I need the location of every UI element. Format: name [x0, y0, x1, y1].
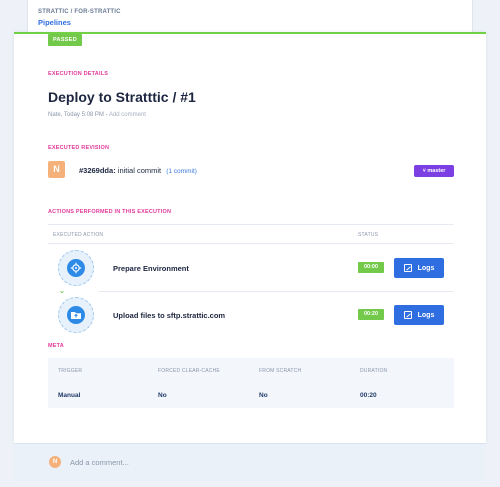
- logs-button[interactable]: Logs: [394, 258, 444, 278]
- divider: [48, 224, 454, 225]
- comment-input[interactable]: Add a comment...: [70, 458, 129, 467]
- meta-column-header: FORCED CLEAR-CACHE: [158, 368, 220, 374]
- action-name: Upload files to sftp.strattic.com: [113, 311, 226, 320]
- column-header-status: STATUS: [358, 232, 379, 238]
- logs-label: Logs: [417, 311, 435, 319]
- actions-heading: ACTIONS PERFORMED IN THIS EXECUTION: [48, 209, 172, 215]
- logs-label: Logs: [417, 264, 435, 272]
- meta-column-header: DURATION: [360, 368, 388, 374]
- add-comment-link[interactable]: Add comment: [109, 112, 146, 118]
- executed-revision-heading: EXECUTED REVISION: [48, 145, 110, 151]
- meta-table: TRIGGER FORCED CLEAR-CACHE FROM SCRATCH …: [48, 358, 454, 408]
- duration-badge: 00:20: [358, 309, 384, 320]
- execution-details-heading: EXECUTION DETAILS: [48, 71, 109, 77]
- meta-heading: META: [48, 343, 64, 349]
- meta-clear-cache-value: No: [158, 392, 167, 399]
- execution-author: Nate, Today 5:08 PM: [48, 112, 104, 118]
- avatar: N: [48, 161, 65, 178]
- avatar: N: [49, 456, 61, 468]
- divider: [48, 243, 454, 244]
- gear-sync-icon: [58, 250, 94, 286]
- branch-name: master: [427, 168, 446, 174]
- meta-column-header: TRIGGER: [58, 368, 83, 374]
- execution-meta: Nate, Today 5:08 PM - Add comment: [48, 112, 146, 118]
- logs-button[interactable]: Logs: [394, 305, 444, 325]
- page-title: Deploy to Stratttic / #1: [48, 89, 196, 105]
- meta-trigger-value: Manual: [58, 392, 81, 399]
- commit-count-link[interactable]: (1 commit): [166, 168, 197, 175]
- logs-icon: [403, 264, 412, 272]
- meta-duration-value: 00:20: [360, 392, 377, 399]
- action-name: Prepare Environment: [113, 264, 189, 273]
- commit-hash: #3269dda:: [79, 166, 116, 175]
- revision-info: #3269dda: initial commit (1 commit): [79, 166, 197, 175]
- chevron-down-icon: ⌄: [59, 288, 65, 295]
- folder-upload-icon: [58, 297, 94, 333]
- status-badge: PASSED: [48, 34, 83, 46]
- column-header-action: EXECUTED ACTION: [53, 232, 104, 238]
- meta-column-header: FROM SCRATCH: [259, 368, 302, 374]
- duration-badge: 00:00: [358, 262, 384, 273]
- breadcrumb[interactable]: STRATTIC / FOR-STRATTIC: [38, 9, 121, 15]
- meta-from-scratch-value: No: [259, 392, 268, 399]
- branch-icon: ⑂: [422, 168, 426, 174]
- pipelines-link[interactable]: Pipelines: [38, 18, 71, 27]
- commit-message: initial commit: [117, 166, 162, 175]
- logs-icon: [403, 311, 412, 319]
- divider: [99, 291, 454, 292]
- branch-badge: ⑂ master: [414, 165, 454, 177]
